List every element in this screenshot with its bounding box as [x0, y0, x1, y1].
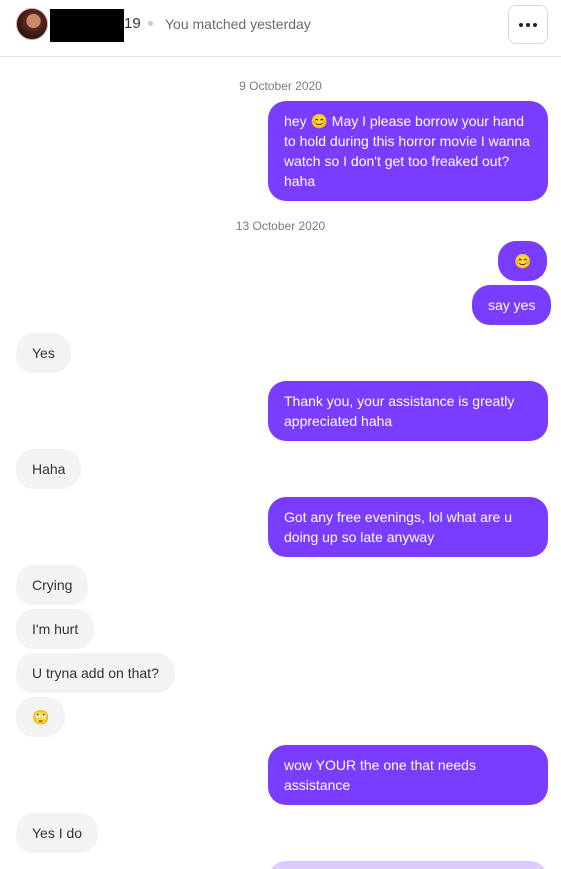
- message-incoming: I'm hurt: [16, 609, 95, 649]
- message-incoming: Yes I do: [16, 813, 99, 853]
- message-incoming: Yes: [16, 333, 71, 373]
- message-outgoing: say yes: [472, 285, 552, 325]
- message-incoming: 🙄: [16, 697, 66, 737]
- more-dot: [533, 22, 537, 27]
- avatar[interactable]: [16, 8, 48, 40]
- redacted-name: [50, 9, 124, 42]
- separator-dot: [148, 21, 153, 26]
- date-separator: 13 October 2020: [235, 219, 326, 233]
- message-outgoing: wow YOUR the one that needs assistance: [268, 745, 548, 805]
- chat-header: 19 You matched yesterday: [0, 0, 561, 57]
- message-outgoing: hey 😊 May I please borrow your hand to h…: [268, 101, 548, 201]
- message-outgoing-partial: [268, 861, 548, 869]
- message-outgoing: Got any free evenings, lol what are u do…: [268, 497, 548, 557]
- match-age: 19: [124, 15, 141, 32]
- date-separator: 9 October 2020: [239, 79, 322, 93]
- more-options-button[interactable]: [508, 5, 548, 44]
- message-incoming: Crying: [16, 565, 89, 605]
- matched-status: You matched yesterday: [165, 16, 311, 32]
- message-outgoing: Thank you, your assistance is greatly ap…: [268, 381, 548, 441]
- message-incoming: U tryna add on that?: [16, 653, 175, 693]
- message-outgoing: 😊: [498, 241, 548, 281]
- more-dot: [526, 22, 530, 27]
- message-incoming: Haha: [16, 449, 82, 489]
- more-horizontal-icon: [519, 22, 523, 27]
